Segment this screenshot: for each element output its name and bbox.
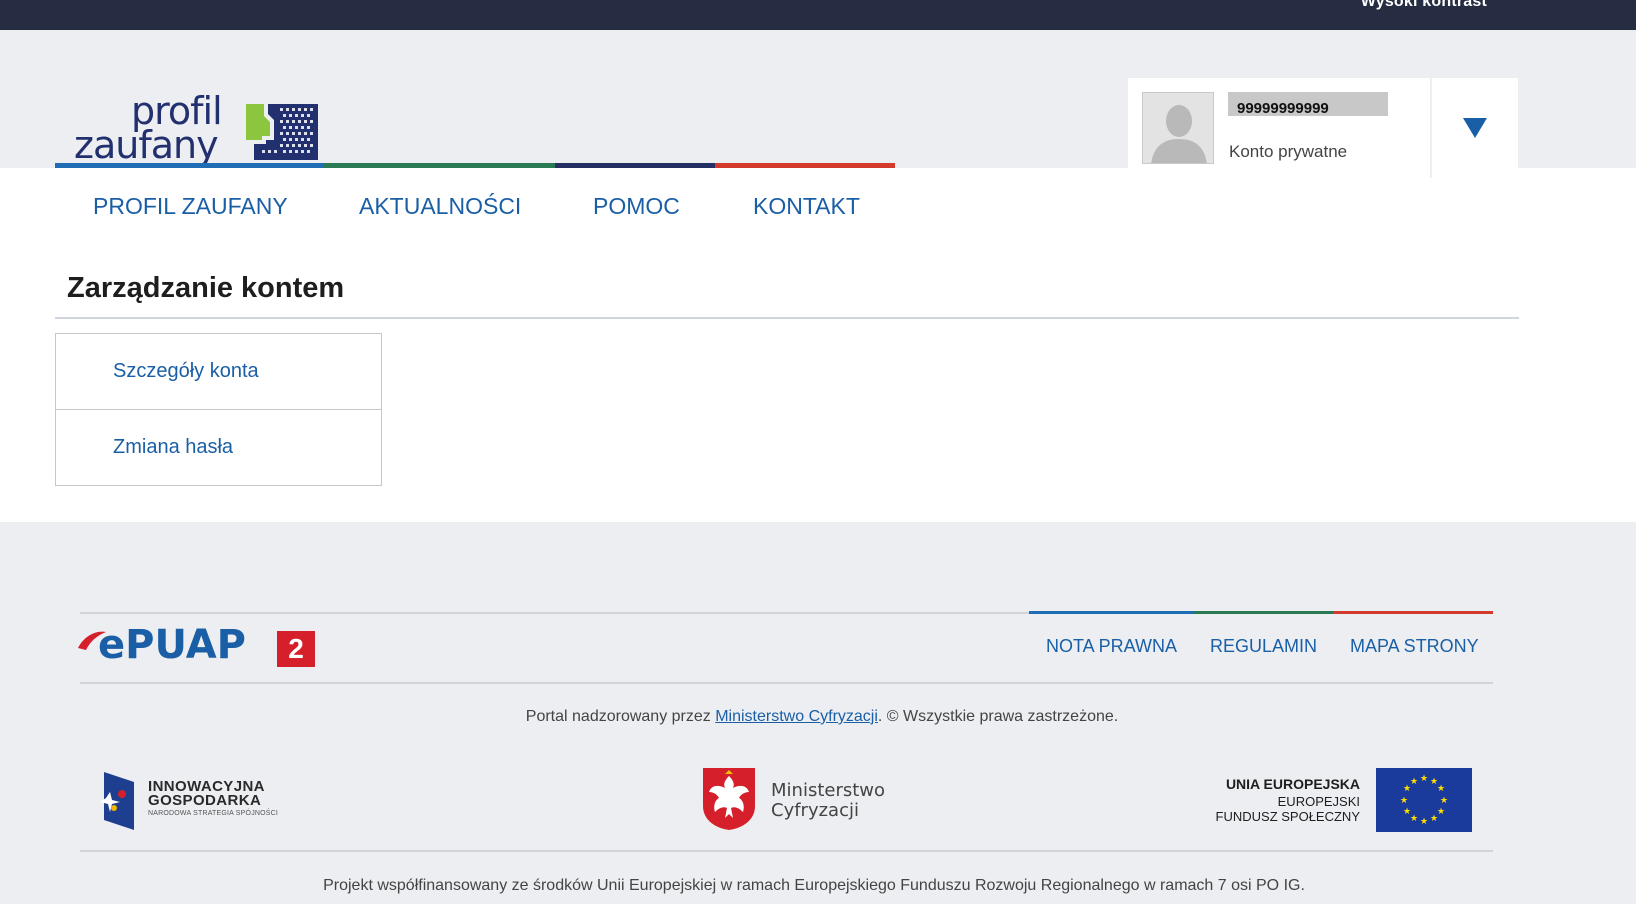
svg-text:★: ★ <box>1400 796 1408 806</box>
avatar <box>1142 92 1214 164</box>
menu-item-account-details[interactable]: Szczegóły konta <box>56 334 381 409</box>
svg-text:★: ★ <box>1420 774 1428 784</box>
portal-notice-prefix: Portal nadzorowany przez <box>525 708 716 725</box>
eu-line3: FUNDUSZ SPOŁECZNY <box>1215 809 1360 824</box>
portal-notice-suffix: . © Wszystkie prawa zastrzeżone. <box>877 708 1119 725</box>
epuap-version-badge: 2 <box>277 631 315 667</box>
footer-color-bars <box>1029 611 1493 614</box>
svg-text:★: ★ <box>1437 807 1445 817</box>
user-silhouette-icon <box>1143 93 1213 163</box>
footer: ePUAP 2 NOTA PRAWNA REGULAMIN MAPA STRON… <box>0 522 1636 904</box>
page-title: Zarządzanie kontem <box>67 272 345 304</box>
svg-text:★: ★ <box>1403 807 1411 817</box>
user-account-box[interactable]: 99999999999 Konto prywatne <box>1128 78 1518 178</box>
account-dropdown-button[interactable] <box>1432 78 1518 178</box>
top-bar: Wysoki kontrast <box>0 0 1636 30</box>
footer-mid-rule <box>80 682 1493 684</box>
nav-item-pomoc[interactable]: POMOC <box>593 193 680 220</box>
eu-line2: EUROPEJSKI <box>1277 794 1360 809</box>
footer-link-regulamin[interactable]: REGULAMIN <box>1210 636 1317 657</box>
footer-bottom-rule <box>80 850 1493 852</box>
ig-star-icon <box>100 772 134 830</box>
footer-bar-green <box>1193 611 1333 614</box>
svg-text:★: ★ <box>1410 777 1418 787</box>
eu-flag: ★ ★ ★ ★ ★ ★ ★ ★ ★ ★ ★ ★ <box>1376 768 1472 832</box>
main-nav: PROFIL ZAUFANY AKTUALNOŚCI POMOC KONTAKT <box>55 163 895 239</box>
svg-text:★: ★ <box>1420 817 1428 827</box>
eu-social-fund-logo: UNIA EUROPEJSKA EUROPEJSKI FUNDUSZ SPOŁE… <box>1216 768 1472 834</box>
innowacyjna-gospodarka-logo: INNOWACYJNA GOSPODARKA NARODOWA STRATEGI… <box>100 770 290 832</box>
account-type-label: Konto prywatne <box>1229 142 1348 161</box>
portal-notice: Portal nadzorowany przez Ministerstwo Cy… <box>0 708 1636 726</box>
svg-text:★: ★ <box>1440 796 1448 806</box>
footer-bar-blue <box>1029 611 1193 614</box>
epuap-text: ePUAP <box>98 622 246 668</box>
footer-link-nota-prawna[interactable]: NOTA PRAWNA <box>1046 636 1177 657</box>
ministerstwo-cyfryzacji-logo: Ministerstwo Cyfryzacji <box>701 766 901 836</box>
epuap-logo[interactable]: ePUAP 2 <box>78 622 318 670</box>
ig-line3: NARODOWA STRATEGIA SPÓJNOŚCI <box>148 810 279 817</box>
nav-bar-green <box>323 163 555 168</box>
high-contrast-link[interactable]: Wysoki kontrast <box>1361 0 1487 11</box>
ministry-link[interactable]: Ministerstwo Cyfryzacji <box>715 708 878 725</box>
ig-line2: GOSPODARKA <box>148 792 262 809</box>
svg-text:★: ★ <box>1430 814 1438 824</box>
nav-item-kontakt[interactable]: KONTAKT <box>753 193 860 220</box>
logo-mark-icon <box>246 104 318 160</box>
triangle-down-icon <box>1463 118 1487 138</box>
eu-line1: UNIA EUROPEJSKA <box>1225 776 1360 792</box>
mc-line1: Ministerstwo <box>771 780 886 801</box>
user-id: 99999999999 <box>1228 92 1388 117</box>
nav-item-aktualnosci[interactable]: AKTUALNOŚCI <box>359 193 521 220</box>
account-side-menu: Szczegóły konta Zmiana hasła <box>55 333 382 486</box>
svg-text:★: ★ <box>1437 784 1445 794</box>
nav-color-bars <box>55 163 895 168</box>
title-divider <box>55 317 1519 319</box>
polish-eagle-emblem-icon <box>703 768 755 830</box>
mc-line2: Cyfryzacji <box>771 800 859 821</box>
nav-bar-navy <box>555 163 715 168</box>
logo-text-zaufany: zaufany <box>74 123 219 167</box>
eu-stars-icon: ★ ★★ ★★★ ★★★ ★★★ <box>1400 774 1448 827</box>
nav-bar-blue <box>55 163 323 168</box>
svg-text:★: ★ <box>1410 814 1418 824</box>
footer-link-mapa-strony[interactable]: MAPA STRONY <box>1350 636 1479 657</box>
project-cofinancing-note: Projekt współfinansowany ze środków Unii… <box>323 877 1305 894</box>
profil-zaufany-logo[interactable]: profil zaufany <box>74 66 324 166</box>
nav-bar-red <box>715 163 895 168</box>
menu-item-change-password[interactable]: Zmiana hasła <box>56 409 381 484</box>
nav-item-profil-zaufany[interactable]: PROFIL ZAUFANY <box>93 193 288 220</box>
footer-bar-red <box>1333 611 1493 614</box>
header: profil zaufany 99999999999 Konto prywatn… <box>0 30 1636 178</box>
